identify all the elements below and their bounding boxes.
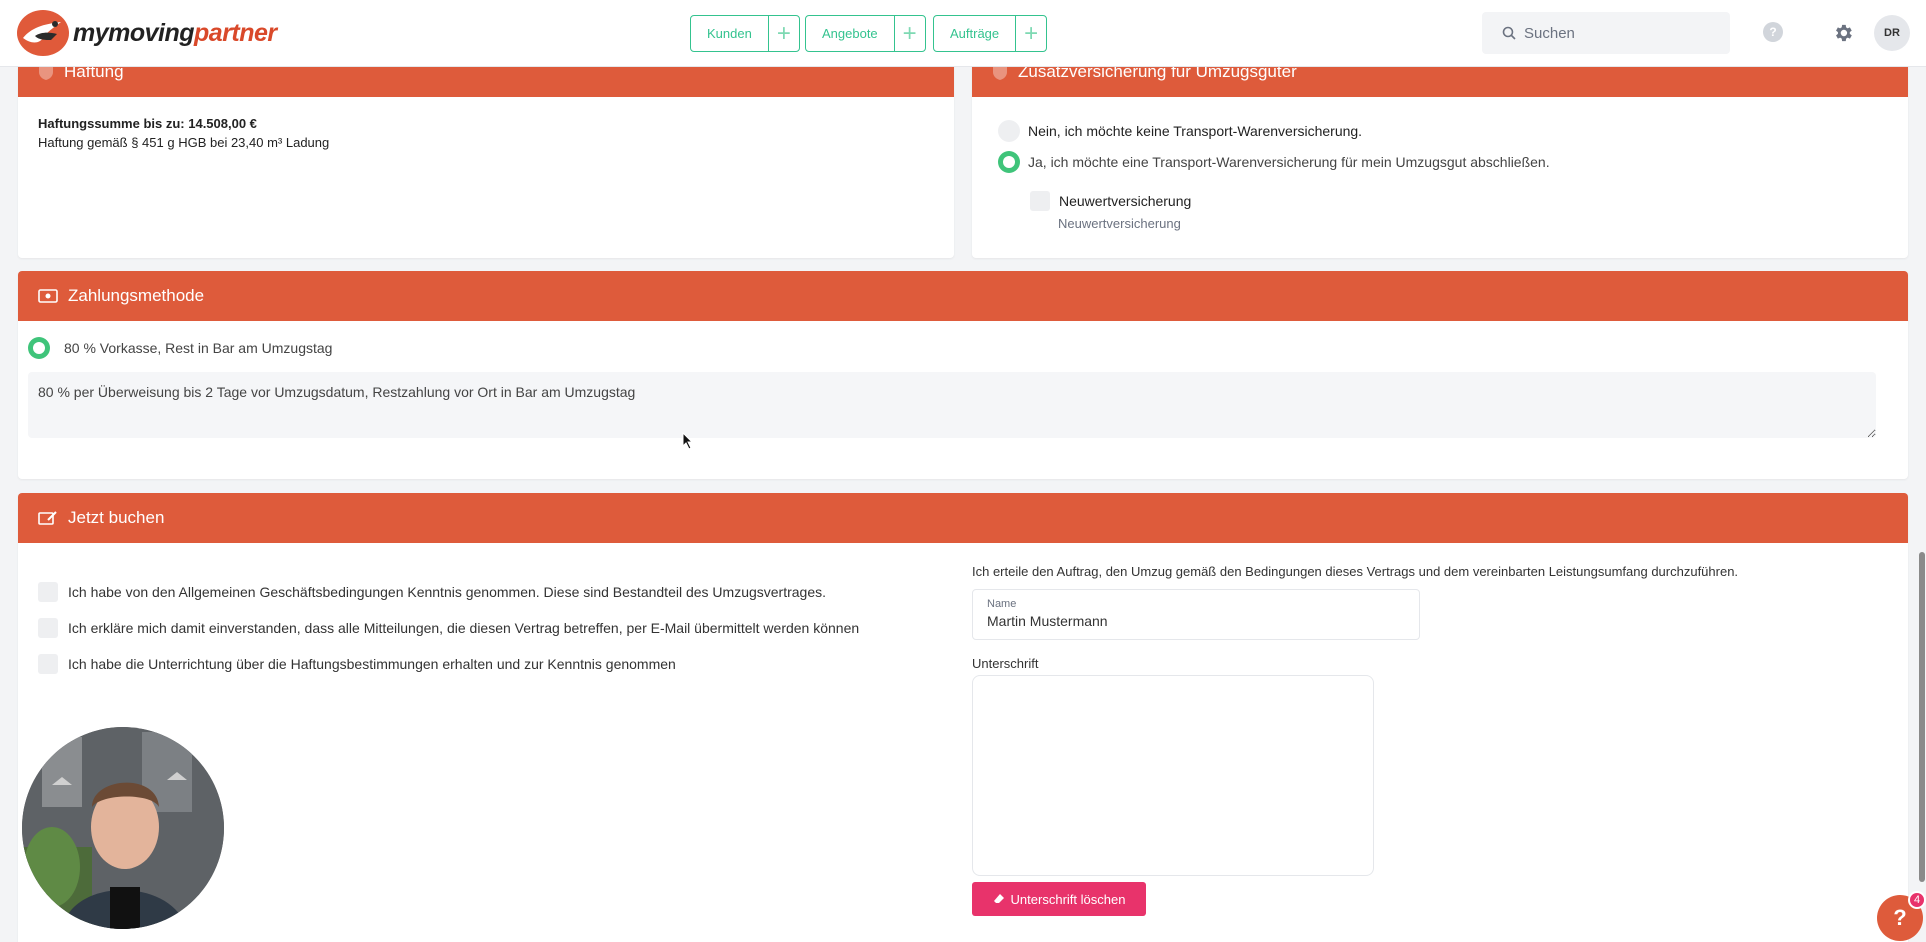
gear-icon[interactable] bbox=[1832, 22, 1854, 44]
eraser-icon bbox=[993, 894, 1004, 903]
check-haftung-label: Ich habe die Unterrichtung über die Haft… bbox=[68, 656, 676, 672]
search-input[interactable] bbox=[1524, 24, 1724, 42]
versicherung-card: Zusatzversicherung für Umzugsgüter Nein,… bbox=[972, 47, 1908, 258]
zahlung-card-header: Zahlungsmethode bbox=[18, 271, 1908, 321]
check-email-label: Ich erkläre mich damit einverstanden, da… bbox=[68, 620, 860, 636]
check-agb[interactable]: Ich habe von den Allgemeinen Geschäftsbe… bbox=[38, 582, 826, 602]
signature-label: Unterschrift bbox=[972, 656, 1039, 671]
versicherung-option-no[interactable]: Nein, ich möchte keine Transport-Warenve… bbox=[998, 120, 1362, 142]
logo-text-part1: mymoving bbox=[73, 18, 195, 47]
check-agb-label: Ich habe von den Allgemeinen Geschäftsbe… bbox=[68, 584, 827, 600]
name-caption: Name bbox=[987, 598, 1017, 610]
haftung-card: Haftung Haftungssumme bis zu: 14.508,00 … bbox=[18, 47, 954, 258]
check-haftung[interactable]: Ich habe die Unterrichtung über die Haft… bbox=[38, 654, 676, 674]
add-auftrag-button[interactable]: + bbox=[1016, 16, 1046, 51]
haftung-sum: Haftungssumme bis zu: 14.508,00 € bbox=[38, 116, 257, 131]
versicherung-option-no-label: Nein, ich möchte keine Transport-Warenve… bbox=[1028, 123, 1363, 139]
checkbox-agb[interactable] bbox=[38, 582, 58, 602]
nav-group-angebote: Angebote + bbox=[805, 15, 926, 52]
nav-auftraege-button[interactable]: Aufträge bbox=[934, 16, 1017, 51]
neuwert-sublabel: Neuwertversicherung bbox=[1058, 216, 1181, 231]
logo-text-part2: partner bbox=[194, 18, 277, 47]
buchen-title: Jetzt buchen bbox=[68, 508, 165, 527]
zahlung-option[interactable]: 80 % Vorkasse, Rest in Bar am Umzugstag bbox=[28, 337, 332, 359]
checkbox-haftung[interactable] bbox=[38, 654, 58, 674]
buchen-card: Jetzt buchen Ich habe von den Allgemeine… bbox=[18, 493, 1908, 942]
nav-group-kunden: Kunden + bbox=[690, 15, 800, 52]
user-avatar[interactable]: DR bbox=[1874, 15, 1910, 51]
pen-icon bbox=[38, 510, 58, 526]
radio-no[interactable] bbox=[998, 120, 1020, 142]
name-field[interactable]: Name bbox=[972, 589, 1420, 640]
search-box[interactable] bbox=[1482, 12, 1730, 54]
nav-group-auftraege: Aufträge + bbox=[933, 15, 1048, 52]
buchen-card-header: Jetzt buchen bbox=[18, 493, 1908, 543]
checkbox-email[interactable] bbox=[38, 618, 58, 638]
radio-yes[interactable] bbox=[998, 151, 1020, 173]
webcam-overlay bbox=[22, 727, 224, 929]
versicherung-option-yes[interactable]: Ja, ich möchte eine Transport-Warenversi… bbox=[998, 151, 1550, 173]
support-badge: 4 bbox=[1908, 891, 1926, 909]
neuwert-checkbox[interactable] bbox=[1030, 191, 1050, 211]
logo[interactable]: mymovingpartner bbox=[17, 10, 277, 56]
auftrag-text: Ich erteile den Auftrag, den Umzug gemäß… bbox=[972, 564, 1739, 579]
clear-signature-button[interactable]: Unterschrift löschen bbox=[972, 882, 1146, 916]
nav-angebote-button[interactable]: Angebote bbox=[806, 16, 895, 51]
add-angebot-button[interactable]: + bbox=[895, 16, 925, 51]
scrollbar[interactable] bbox=[1919, 552, 1925, 882]
neuwert-option[interactable]: Neuwertversicherung bbox=[1030, 191, 1191, 211]
money-icon bbox=[38, 289, 58, 303]
haftung-detail: Haftung gemäß § 451 g HGB bei 23,40 m³ L… bbox=[38, 135, 330, 150]
signature-pad[interactable] bbox=[972, 675, 1374, 876]
neuwert-label: Neuwertversicherung bbox=[1059, 193, 1192, 209]
add-kunde-button[interactable]: + bbox=[769, 16, 799, 51]
clear-signature-label: Unterschrift löschen bbox=[1010, 891, 1126, 907]
zahlung-description-textarea[interactable]: 80 % per Überweisung bis 2 Tage vor Umzu… bbox=[28, 372, 1876, 438]
zahlung-option-label: 80 % Vorkasse, Rest in Bar am Umzugstag bbox=[64, 340, 333, 356]
top-navbar: mymovingpartner Kunden + Angebote + Auft… bbox=[0, 0, 1926, 67]
name-input[interactable] bbox=[987, 613, 1405, 629]
check-email[interactable]: Ich erkläre mich damit einverstanden, da… bbox=[38, 618, 859, 638]
radio-zahlung[interactable] bbox=[28, 337, 50, 359]
logo-bird-icon bbox=[17, 10, 69, 56]
nav-kunden-button[interactable]: Kunden bbox=[691, 16, 769, 51]
mouse-cursor-icon bbox=[682, 432, 694, 450]
zahlung-title: Zahlungsmethode bbox=[68, 286, 205, 305]
versicherung-option-yes-label: Ja, ich möchte eine Transport-Warenversi… bbox=[1028, 154, 1550, 170]
logo-wordmark: mymovingpartner bbox=[73, 19, 277, 48]
help-icon[interactable]: ? bbox=[1763, 22, 1783, 42]
search-icon bbox=[1502, 26, 1516, 40]
